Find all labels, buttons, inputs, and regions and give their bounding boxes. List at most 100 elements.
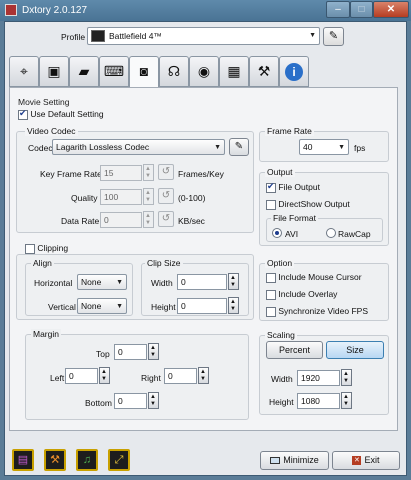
scaling-width-spinner[interactable]: ▲ ▼: [341, 369, 352, 386]
codec-label: Codec: [28, 143, 53, 153]
vertical-align-select[interactable]: None ▼: [77, 298, 127, 314]
pencil-icon: ✎: [328, 30, 339, 42]
synchronize-video-fps-box[interactable]: [266, 306, 276, 317]
tab-crosshair[interactable]: ⌖: [9, 56, 39, 87]
synchronize-video-fps-checkbox[interactable]: Synchronize Video FPS: [266, 306, 368, 317]
profile-select[interactable]: Battlefield 4™ ▼: [87, 27, 320, 45]
margin-bottom-input[interactable]: 0: [114, 393, 147, 409]
profile-game-thumbnail: [91, 30, 105, 42]
quality-input[interactable]: 100: [100, 189, 142, 205]
quality-reset-button[interactable]: ↺: [158, 188, 174, 204]
scaling-width-label: Width: [271, 374, 293, 384]
chip-icon: ▦: [227, 63, 241, 79]
key-frame-rate-reset-button[interactable]: ↺: [158, 164, 174, 180]
scaling-width-input[interactable]: 1920: [297, 370, 340, 386]
tab-tools[interactable]: ⚒: [249, 56, 279, 87]
tab-keyboard[interactable]: ⌨: [99, 56, 129, 87]
file-output-checkbox-box[interactable]: [266, 181, 276, 193]
tab-headphones[interactable]: ☊: [159, 56, 189, 87]
profile-label: Profile: [61, 32, 86, 42]
minimize-icon: [270, 457, 281, 465]
info-icon: i: [285, 63, 303, 81]
frame-rate-unit: fps: [354, 143, 366, 153]
clip-width-label: Width: [151, 278, 173, 288]
key-frame-rate-unit: Frames/Key: [178, 169, 224, 179]
shortcut-wrench-button[interactable]: ⚒: [44, 449, 66, 471]
margin-top-spinner[interactable]: ▲ ▼: [148, 343, 159, 360]
frame-rate-select[interactable]: 40 ▼: [299, 139, 349, 155]
scaling-height-input[interactable]: 1080: [297, 393, 340, 409]
clip-height-input[interactable]: 0: [177, 298, 227, 314]
data-rate-spinner[interactable]: ▲ ▼: [143, 211, 154, 228]
data-rate-input[interactable]: 0: [100, 212, 142, 228]
data-rate-reset-button[interactable]: ↺: [158, 211, 174, 227]
tab-folder[interactable]: ▰: [69, 56, 99, 87]
margin-left-input[interactable]: 0: [65, 368, 98, 384]
exit-icon: ✕: [352, 456, 362, 466]
directshow-output-checkbox[interactable]: DirectShow Output: [266, 199, 350, 210]
minimize-button[interactable]: Minimize: [260, 451, 329, 470]
margin-left-spinner[interactable]: ▲ ▼: [99, 367, 110, 384]
wrench-icon: ✎: [234, 141, 244, 152]
scaling-title: Scaling: [265, 330, 297, 340]
margin-right-spinner[interactable]: ▲ ▼: [198, 367, 209, 384]
include-mouse-cursor-box[interactable]: [266, 272, 276, 283]
include-mouse-cursor-label: Include Mouse Cursor: [278, 272, 362, 282]
app-icon: [5, 4, 17, 16]
include-overlay-box[interactable]: [266, 289, 276, 300]
include-overlay-label: Include Overlay: [278, 289, 338, 299]
margin-top-input[interactable]: 0: [114, 344, 147, 360]
close-window-button[interactable]: ✕: [373, 1, 409, 18]
monitor-icon: ▣: [47, 63, 61, 79]
tab-camera[interactable]: ◉: [189, 56, 219, 87]
frame-rate-title: Frame Rate: [265, 126, 314, 136]
avi-radio[interactable]: [272, 228, 282, 238]
include-overlay-checkbox[interactable]: Include Overlay: [266, 289, 337, 300]
clip-width-spinner[interactable]: ▲ ▼: [228, 273, 239, 290]
codec-value: Lagarith Lossless Codec: [56, 142, 150, 152]
use-default-setting-checkbox[interactable]: Use Default Setting: [18, 108, 104, 120]
shortcut-resize-button[interactable]: ⤢: [108, 449, 130, 471]
frame-rate-value: 40: [303, 142, 313, 152]
file-format-title: File Format: [271, 213, 318, 223]
margin-top-label: Top: [96, 349, 110, 359]
clipping-checkbox-box[interactable]: [25, 243, 35, 254]
clipping-checkbox[interactable]: Clipping: [25, 243, 68, 254]
movie-setting-title: Movie Setting: [18, 97, 70, 107]
wrench-icon: ⚒: [50, 454, 60, 466]
exit-button[interactable]: ✕ Exit: [332, 451, 400, 470]
resize-icon: ⤢: [114, 454, 124, 466]
scaling-size-button[interactable]: Size: [326, 341, 384, 359]
tab-info[interactable]: i: [279, 56, 309, 87]
use-default-checkbox-box[interactable]: [18, 108, 28, 120]
reset-icon: ↺: [161, 213, 171, 224]
shortcut-music-button[interactable]: ♫: [76, 449, 98, 471]
scaling-percent-button[interactable]: Percent: [266, 341, 323, 359]
maximize-window-button[interactable]: □: [350, 1, 373, 18]
window-title: Dxtory 2.0.127: [22, 5, 88, 16]
margin-right-input[interactable]: 0: [164, 368, 197, 384]
scaling-height-spinner[interactable]: ▲ ▼: [341, 392, 352, 409]
window-icon: ▤: [17, 454, 29, 466]
codec-config-button[interactable]: ✎: [229, 138, 249, 156]
shortcut-window-button[interactable]: ▤: [12, 449, 34, 471]
rawcap-radio[interactable]: [326, 228, 336, 238]
tab-movie-camera[interactable]: ◙: [129, 56, 159, 88]
tab-monitor[interactable]: ▣: [39, 56, 69, 87]
reset-icon: ↺: [161, 166, 171, 177]
directshow-output-checkbox-box[interactable]: [266, 199, 276, 210]
horizontal-align-value: None: [81, 277, 102, 287]
clip-height-spinner[interactable]: ▲ ▼: [228, 297, 239, 314]
horizontal-align-select[interactable]: None ▼: [77, 274, 127, 290]
codec-select[interactable]: Lagarith Lossless Codec ▼: [52, 139, 225, 155]
margin-bottom-spinner[interactable]: ▲ ▼: [148, 392, 159, 409]
key-frame-rate-spinner[interactable]: ▲ ▼: [143, 164, 154, 181]
profile-edit-button[interactable]: ✎: [323, 27, 344, 46]
include-mouse-cursor-checkbox[interactable]: Include Mouse Cursor: [266, 272, 362, 283]
tab-chip[interactable]: ▦: [219, 56, 249, 87]
key-frame-rate-input[interactable]: 15: [100, 165, 142, 181]
quality-spinner[interactable]: ▲ ▼: [143, 188, 154, 205]
clip-width-input[interactable]: 0: [177, 274, 227, 290]
file-output-checkbox[interactable]: File Output: [266, 181, 320, 193]
minimize-window-button[interactable]: –: [326, 1, 350, 18]
